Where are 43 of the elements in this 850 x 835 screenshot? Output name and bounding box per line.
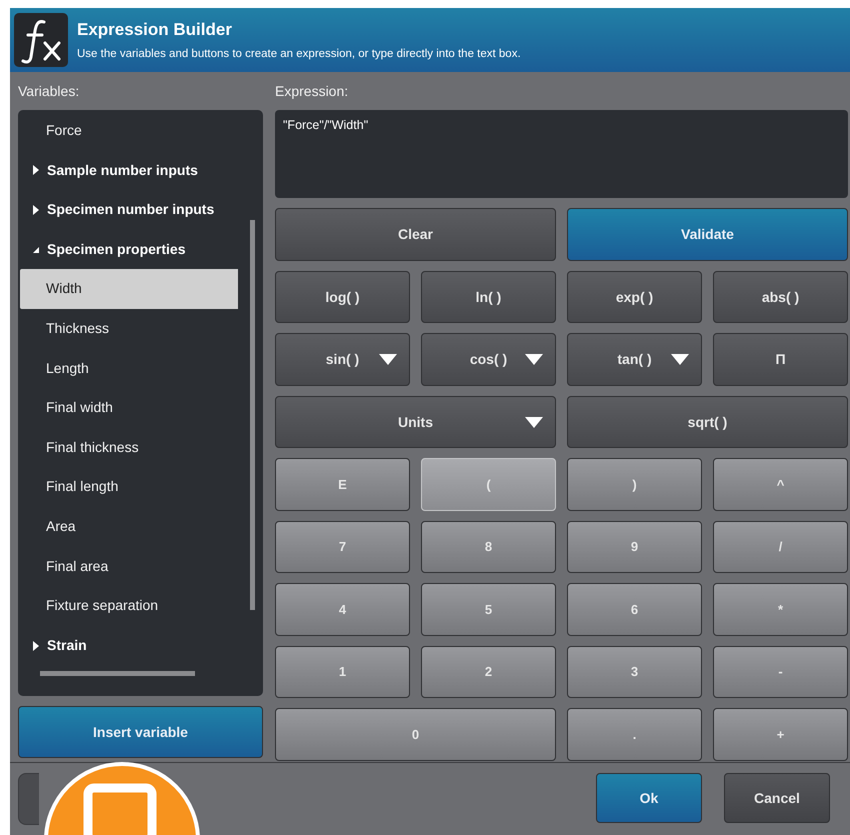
keypad-button[interactable]: cos( ) [421,333,556,386]
keypad-button[interactable]: tan( ) [567,333,702,386]
keypad-button[interactable]: Π [713,333,848,386]
dropdown-caret-icon [671,354,689,366]
dropdown-caret-icon [379,354,397,366]
footer-button[interactable]: Cancel [724,773,830,823]
monitor-badge-icon [42,760,202,835]
variables-label: Variables: [18,82,80,101]
tree-item[interactable]: Area [18,506,236,547]
tree-group[interactable]: Sample number inputs [18,150,243,190]
expression-label: Expression: [275,82,350,101]
keypad-button[interactable]: Units [275,396,556,448]
tree-item[interactable]: Final thickness [18,428,236,468]
window-subtitle: Use the variables and buttons to create an expression, or type directly into the text box. [77,48,521,60]
keypad-button[interactable]: sqrt( ) [567,396,848,448]
action-button[interactable]: Validate [567,208,848,260]
horizontal-scrollbar[interactable] [40,671,195,676]
window-title: Expression Builder [77,20,233,40]
tree-item[interactable]: Fixture separation [18,586,236,626]
footer-button[interactable]: Ok [596,773,702,823]
action-button[interactable]: Clear [275,208,556,260]
expression-field[interactable]: "Force"/"Width" [275,110,848,198]
round-button[interactable] [18,773,39,825]
tree-item[interactable]: Final area [18,546,236,586]
tree-group[interactable]: Strain [18,626,243,666]
keypad-button[interactable]: log( ) [275,270,410,323]
tree-item[interactable]: Thickness [18,308,236,349]
keypad-button[interactable]: sin( ) [275,333,410,386]
keypad-button[interactable]: ln( ) [421,270,556,323]
dropdown-caret-icon [525,416,543,428]
keypad-button[interactable]: abs( ) [713,270,848,323]
dropdown-caret-icon [525,354,543,366]
keypad-button[interactable]: exp( ) [567,270,702,323]
tree-item[interactable]: Force [18,111,236,151]
vertical-scrollbar[interactable] [250,220,255,610]
function-icon [14,13,68,67]
tree-item[interactable]: Final length [18,467,236,507]
tree-group[interactable]: Specimen number inputs [18,190,243,230]
tree-group[interactable]: Specimen properties [18,230,243,270]
insert-variable-button[interactable]: Insert variable [18,706,263,758]
tree-item[interactable]: Length [18,348,236,388]
tree-item[interactable]: Final width [18,388,236,428]
tree-item[interactable]: Width [20,269,238,309]
